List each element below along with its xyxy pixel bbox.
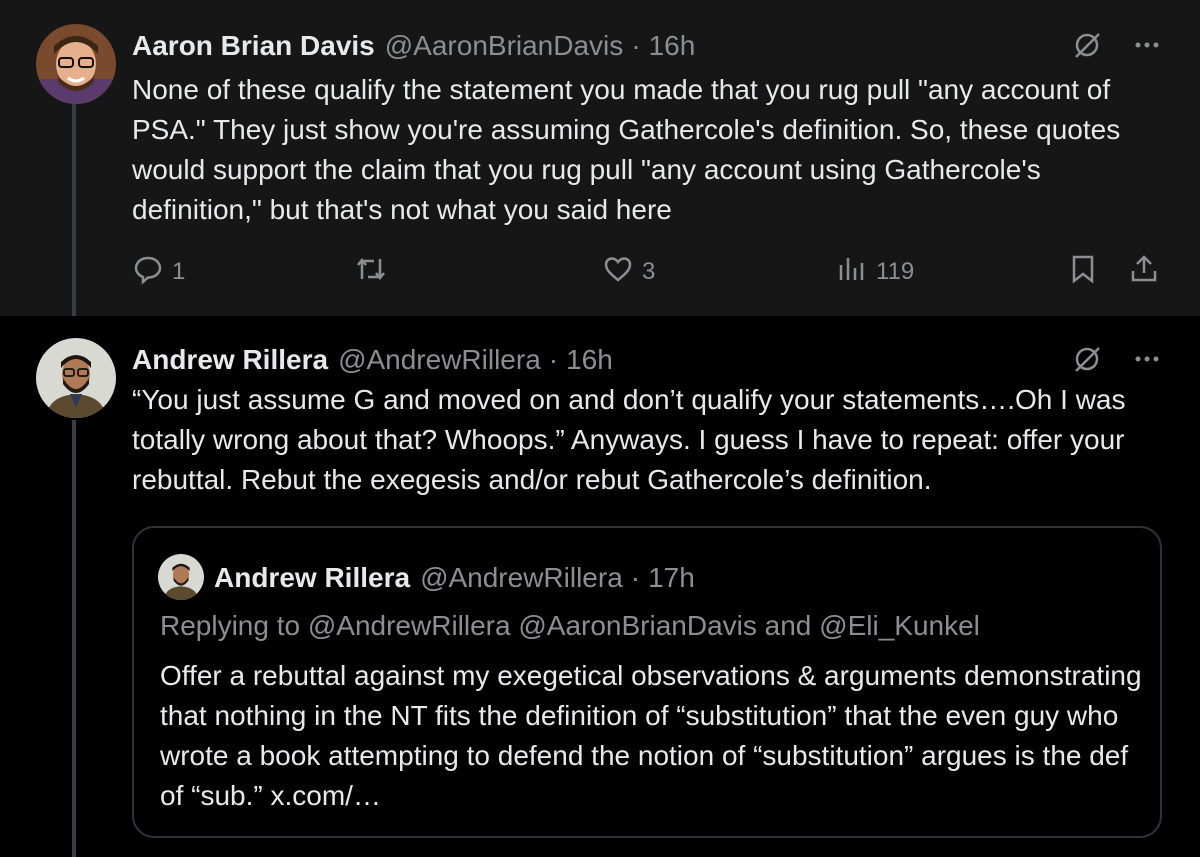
reply-icon <box>132 253 164 292</box>
quoted-timestamp[interactable]: 17h <box>648 562 695 594</box>
avatar[interactable] <box>36 24 116 104</box>
separator-dot: · <box>548 344 559 375</box>
tweet-aaron[interactable]: Aaron Brian Davis @AaronBrianDavis · 16h… <box>0 0 1200 316</box>
tweet-text: None of these qualify the statement you … <box>132 74 1121 225</box>
separator-dot: · <box>631 30 641 61</box>
tweet-text: “You just assume G and moved on and don’… <box>132 384 1126 495</box>
bookmark-icon <box>1068 253 1098 292</box>
reply-button[interactable]: 1 <box>132 252 185 292</box>
like-button[interactable]: 3 <box>602 252 655 292</box>
author-name[interactable]: Andrew Rillera <box>132 344 328 376</box>
tweet-andrew[interactable]: Andrew Rillera @AndrewRillera · 16h “You… <box>0 316 1200 857</box>
repost-button[interactable] <box>354 252 396 292</box>
quoted-author-name[interactable]: Andrew Rillera <box>214 562 410 594</box>
share-icon <box>1128 253 1160 292</box>
grok-icon[interactable] <box>1072 30 1102 65</box>
quoted-tweet-text: Offer a rebuttal against my exegetical o… <box>160 660 1142 811</box>
author-name[interactable]: Aaron Brian Davis <box>132 30 375 62</box>
share-button[interactable] <box>1128 252 1160 292</box>
timestamp[interactable]: 16h <box>566 344 613 376</box>
views-button[interactable]: 119 <box>836 252 914 292</box>
avatar[interactable] <box>158 554 204 600</box>
timestamp[interactable]: 16h <box>649 30 696 62</box>
bookmark-button[interactable] <box>1068 252 1098 292</box>
thread-line <box>72 104 76 316</box>
separator-dot: · <box>630 562 641 593</box>
view-count: 119 <box>876 258 915 285</box>
quoted-author-handle[interactable]: @AndrewRillera <box>420 562 623 594</box>
like-icon <box>602 253 634 292</box>
repost-icon <box>354 253 388 292</box>
quoted-tweet[interactable]: Andrew Rillera @AndrewRillera · 17h Repl… <box>132 526 1162 838</box>
avatar[interactable] <box>36 338 116 418</box>
more-icon[interactable] <box>1132 344 1162 379</box>
author-handle[interactable]: @AaronBrianDavis <box>385 30 624 62</box>
replying-to: Replying to @AndrewRillera @AaronBrianDa… <box>160 610 980 641</box>
views-icon <box>836 253 868 292</box>
reply-count: 1 <box>172 258 186 285</box>
more-icon[interactable] <box>1132 30 1162 65</box>
thread-line <box>72 420 76 857</box>
grok-icon[interactable] <box>1072 344 1102 379</box>
like-count: 3 <box>642 258 656 285</box>
action-bar: 1 3 119 <box>132 252 1168 292</box>
author-handle[interactable]: @AndrewRillera <box>338 344 541 376</box>
